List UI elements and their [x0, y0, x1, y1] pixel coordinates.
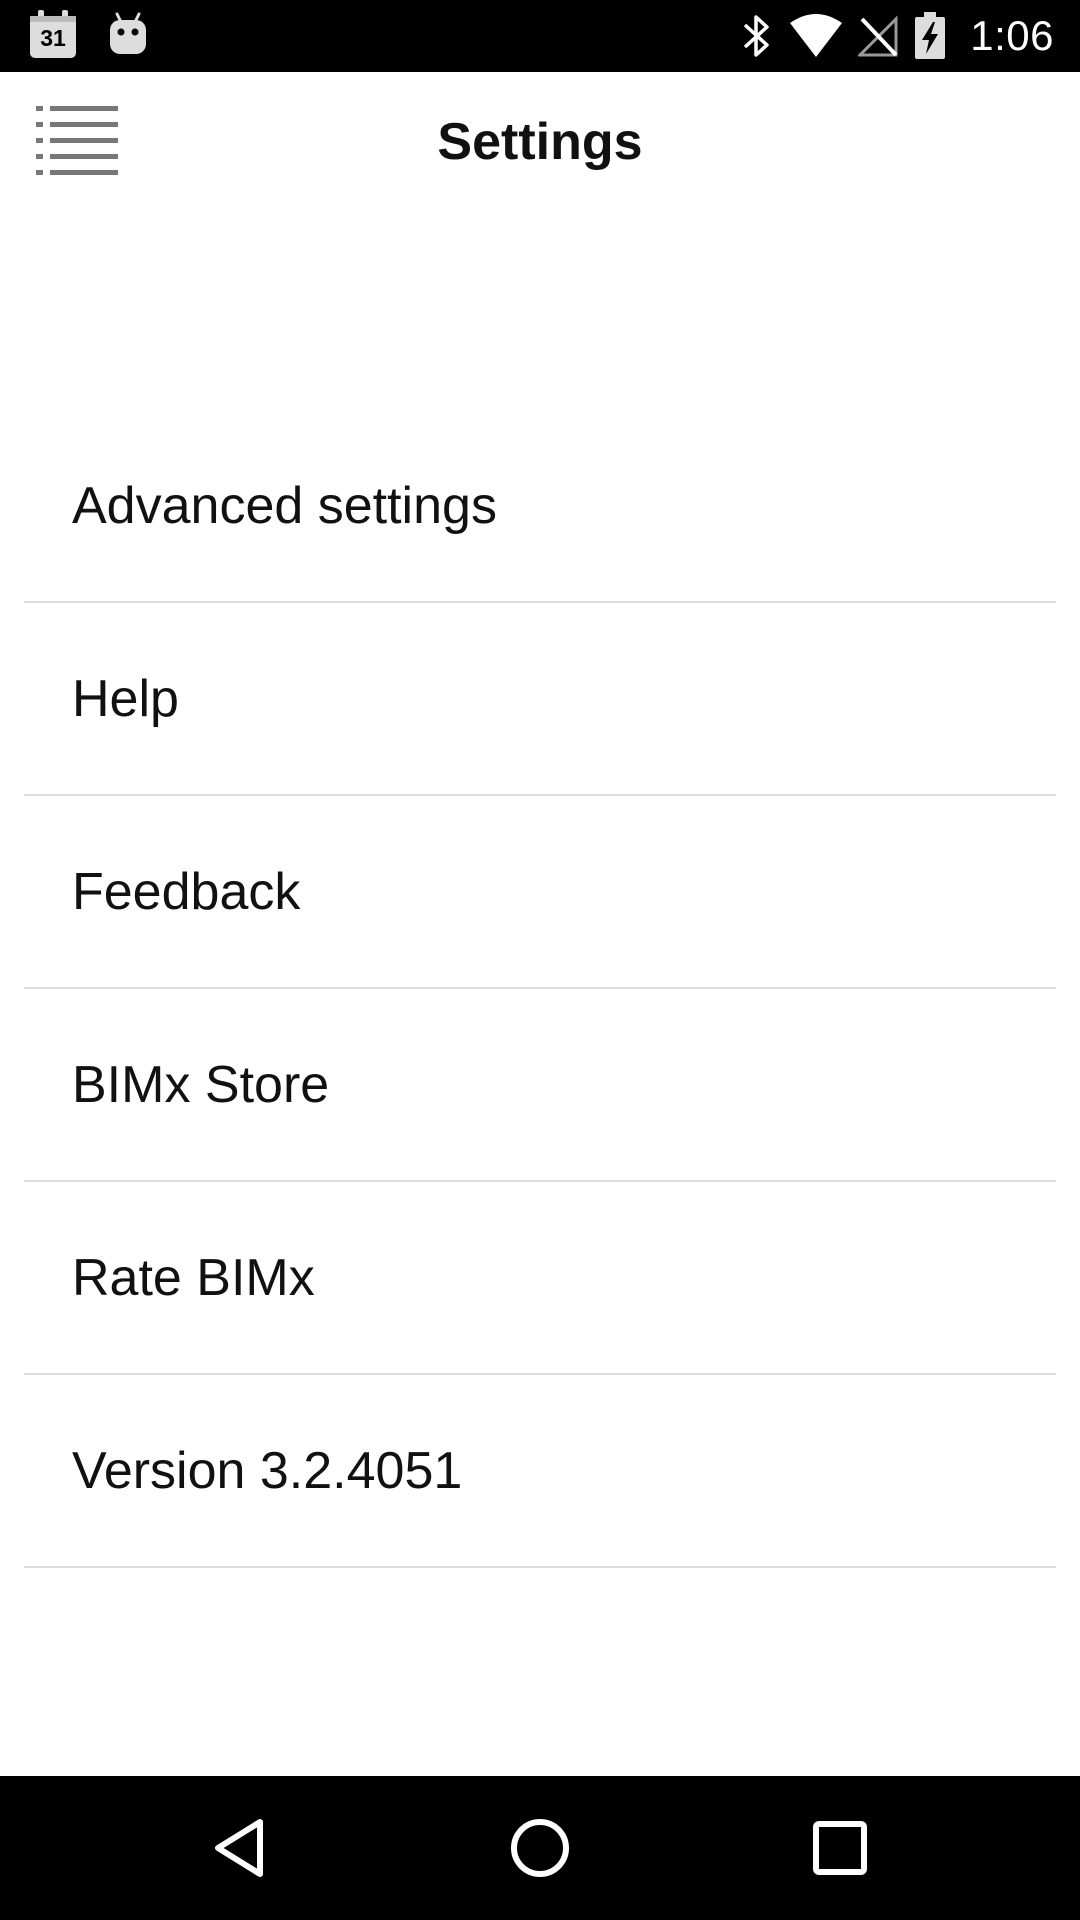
- app-header: Settings: [0, 72, 1080, 218]
- home-icon: [511, 1819, 569, 1877]
- settings-list: Advanced settings Help Feedback BIMx Sto…: [24, 410, 1056, 1568]
- back-button[interactable]: [160, 1776, 320, 1920]
- recents-icon: [813, 1821, 867, 1875]
- status-bar: 31 1:06: [0, 0, 1080, 72]
- settings-item-version[interactable]: Version 3.2.4051: [24, 1375, 1056, 1568]
- no-signal-icon: [858, 15, 898, 57]
- settings-item-advanced-settings[interactable]: Advanced settings: [24, 410, 1056, 603]
- battery-charging-icon: [915, 12, 946, 59]
- back-icon: [215, 1819, 263, 1877]
- settings-item-help[interactable]: Help: [24, 603, 1056, 796]
- settings-item-label: Version 3.2.4051: [72, 1441, 463, 1500]
- navigation-bar: [0, 1776, 1080, 1920]
- settings-item-label: Advanced settings: [72, 476, 497, 535]
- clock: 1:06: [970, 12, 1054, 59]
- recents-button[interactable]: [760, 1776, 920, 1920]
- settings-item-bimx-store[interactable]: BIMx Store: [24, 989, 1056, 1182]
- settings-item-label: BIMx Store: [72, 1055, 330, 1114]
- settings-screen: Settings Advanced settings Help Feedback…: [0, 72, 1080, 1776]
- home-button[interactable]: [460, 1776, 620, 1920]
- bluetooth-icon: [744, 15, 769, 57]
- settings-item-label: Rate BIMx: [72, 1248, 315, 1307]
- settings-item-rate-bimx[interactable]: Rate BIMx: [24, 1182, 1056, 1375]
- android-icon: [110, 12, 146, 54]
- settings-item-label: Help: [72, 669, 179, 728]
- wifi-icon: [790, 14, 843, 57]
- calendar-icon: 31: [28, 10, 78, 60]
- settings-item-feedback[interactable]: Feedback: [24, 796, 1056, 989]
- settings-item-label: Feedback: [72, 862, 301, 921]
- status-bar-notifications: 31: [28, 10, 148, 60]
- calendar-day: 31: [40, 25, 66, 51]
- status-bar-system: 1:06: [740, 0, 1054, 72]
- page-title: Settings: [437, 113, 643, 171]
